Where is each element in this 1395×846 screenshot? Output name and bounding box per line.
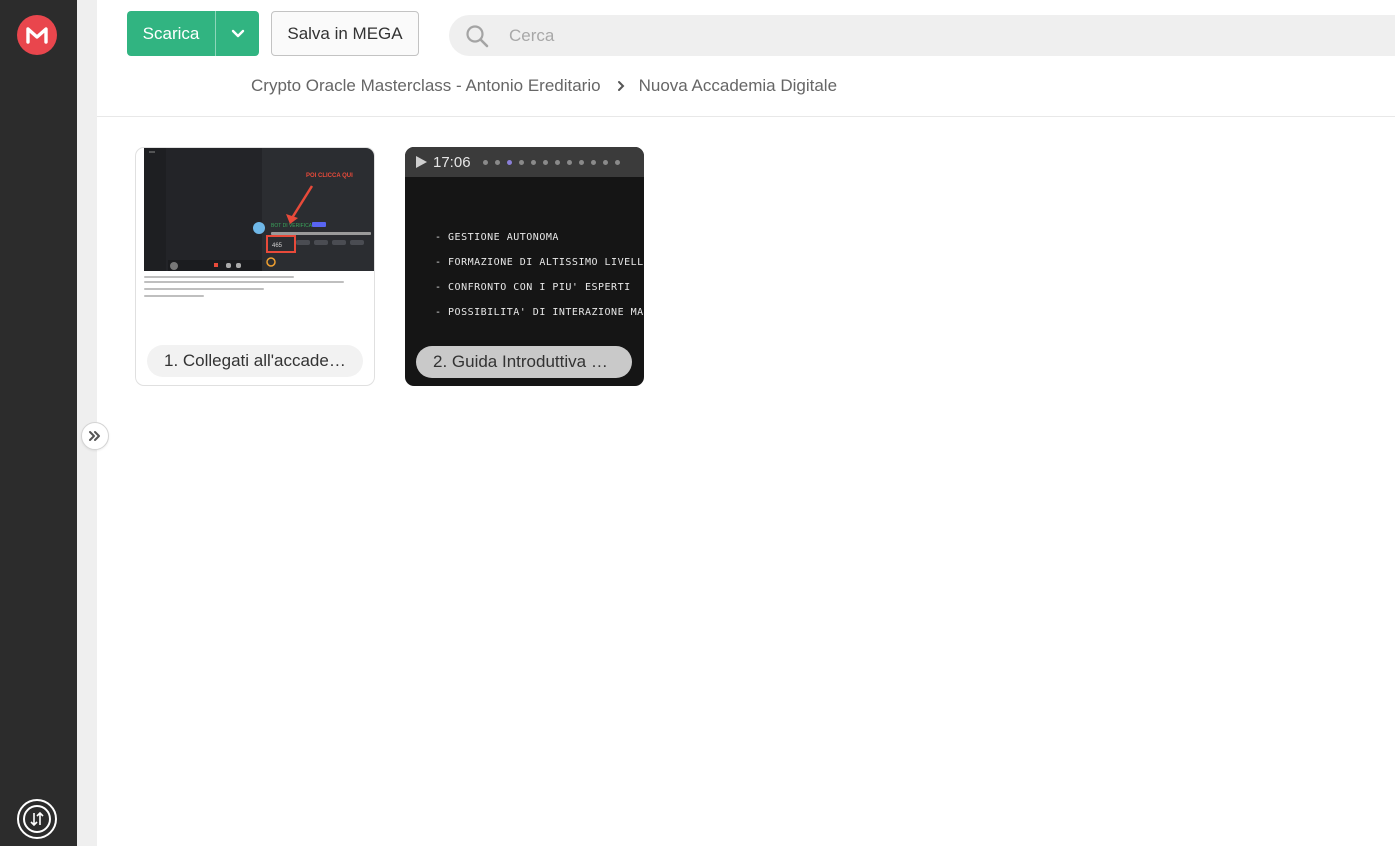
breadcrumb: Crypto Oracle Masterclass - Antonio Ered… xyxy=(251,76,837,96)
breadcrumb-item-parent[interactable]: Crypto Oracle Masterclass - Antonio Ered… xyxy=(251,76,601,96)
search-input[interactable] xyxy=(509,25,1309,46)
chevron-down-icon xyxy=(231,29,244,37)
save-to-mega-button[interactable]: Salva in MEGA xyxy=(271,11,419,56)
play-icon xyxy=(416,156,427,168)
mega-folder-view: Scarica Salva in MEGA Crypto Oracle Mast… xyxy=(0,0,1395,846)
bullet-line: - GESTIONE AUTONOMA xyxy=(435,232,559,243)
header-divider xyxy=(97,116,1395,117)
thumbnail-caption-lines xyxy=(144,273,374,300)
chevron-right-icon xyxy=(617,80,625,92)
mega-logo-icon[interactable] xyxy=(17,15,57,55)
transfer-icon xyxy=(23,805,51,833)
thumbnail-bot-name: BOT DI VERIFICA xyxy=(271,223,313,229)
file-tile-2[interactable]: 17:06 - GESTIONE AUTONOMA - FORMAZIONE D… xyxy=(405,147,644,386)
file-tile-1[interactable]: POI CLICCA QUI BOT DI VERIFICA 465 1. Co… xyxy=(135,147,375,386)
download-options-dropdown[interactable] xyxy=(216,11,259,56)
expand-panel-button[interactable] xyxy=(81,422,109,450)
download-button[interactable]: Scarica xyxy=(127,11,259,56)
file-name-label[interactable]: 2. Guida Introduttiva … xyxy=(416,346,632,378)
video-duration-bar: 17:06 xyxy=(405,147,644,177)
download-button-label[interactable]: Scarica xyxy=(127,11,215,56)
search-bar[interactable] xyxy=(449,15,1395,56)
thumbnail-count: 465 xyxy=(272,243,283,249)
video-toolbar-preview xyxy=(482,159,627,165)
file-name-label[interactable]: 1. Collegati all'accade… xyxy=(147,345,363,377)
double-chevron-right-icon xyxy=(89,431,100,441)
bullet-line: - FORMAZIONE DI ALTISSIMO LIVELLO xyxy=(435,257,644,268)
left-rail xyxy=(0,0,77,846)
transfer-manager-button[interactable] xyxy=(17,799,57,839)
breadcrumb-item-current[interactable]: Nuova Accademia Digitale xyxy=(639,76,837,96)
video-thumbnail-text: - GESTIONE AUTONOMA - FORMAZIONE DI ALTI… xyxy=(435,225,644,325)
image-thumbnail: POI CLICCA QUI BOT DI VERIFICA 465 xyxy=(144,148,374,271)
bullet-line: - CONFRONTO CON I PIU' ESPERTI xyxy=(435,282,631,293)
video-duration: 17:06 xyxy=(433,153,471,171)
bullet-line: - POSSIBILITA' DI INTERAZIONE MASS xyxy=(435,307,644,318)
search-icon xyxy=(449,24,501,48)
thumbnail-callout: POI CLICCA QUI xyxy=(306,173,353,179)
